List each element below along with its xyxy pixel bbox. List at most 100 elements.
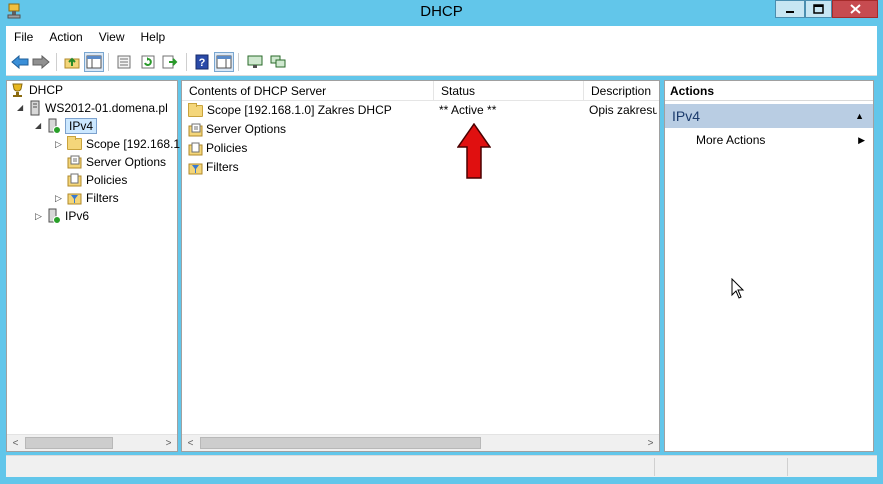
monitor-green-icon [247,55,263,68]
tree-item-server-options[interactable]: Server Options [67,153,166,171]
toolbar-separator [56,53,57,71]
column-header-contents[interactable]: Contents of DHCP Server [182,81,434,101]
menu-view[interactable]: View [91,26,133,48]
ipv6-server-icon [48,208,61,224]
list-label-scope: Scope [192.168.1.0] Zakres DHCP [207,103,392,117]
show-hide-action-pane-button[interactable] [214,52,234,72]
filter-icon [67,193,82,205]
more-actions-label: More Actions [696,133,766,147]
unauthorize-server-button[interactable] [268,52,288,72]
console-tree-pane: DHCP ◢ WS2012-01.domena.pl ◢ IPv4 ▷ Scop… [6,80,180,452]
refresh-icon [141,55,155,69]
folder-up-icon [64,57,80,69]
status-bar-divider [654,458,655,476]
scroll-left-icon[interactable]: < [7,435,24,451]
collapse-arrow-icon[interactable]: ◢ [35,121,41,130]
tree-label-server: WS2012-01.domena.pl [45,101,168,115]
tree-item-policies[interactable]: Policies [67,171,127,189]
menu-help[interactable]: Help [133,26,174,48]
export-list-button[interactable] [160,52,180,72]
scrollbar-thumb[interactable] [200,437,481,449]
tree-item-server[interactable]: WS2012-01.domena.pl [29,99,168,117]
list-cell-description: Opis zakresu [589,103,657,117]
forward-button[interactable] [31,52,51,72]
menu-action[interactable]: Action [41,26,90,48]
results-horizontal-scrollbar[interactable]: < > [182,434,659,451]
server-options-icon [188,123,203,136]
expand-arrow-icon[interactable]: ▷ [35,211,42,222]
list-label-server-options: Server Options [206,122,287,136]
actions-group-label: IPv4 [672,108,701,124]
tree-label-ipv4: IPv4 [65,118,98,134]
list-cell-name: Filters [188,158,434,177]
scroll-right-icon[interactable]: > [160,435,177,451]
list-label-policies: Policies [206,141,248,155]
refresh-button[interactable] [138,52,158,72]
scroll-left-icon[interactable]: < [182,435,199,451]
tree-horizontal-scrollbar[interactable]: < > [7,434,177,451]
properties-button[interactable] [114,52,134,72]
show-hide-console-tree-button[interactable] [84,52,104,72]
tree-label-filters: Filters [86,191,119,205]
submenu-arrow-icon: ▶ [858,135,865,145]
help-button[interactable]: ? [192,52,212,72]
more-actions-item[interactable]: More Actions ▶ [665,130,873,150]
actions-group-ipv4[interactable]: IPv4 ▲ [665,104,873,128]
svg-text:?: ? [199,57,206,69]
collapse-triangle-icon[interactable]: ▲ [855,104,864,128]
ipv4-server-icon [48,118,61,134]
scroll-right-icon[interactable]: > [642,435,659,451]
dhcp-window: DHCP File Action View Help ? DHCP ◢ WS20… [0,0,883,484]
list-cell-name: Policies [188,139,434,158]
minimize-icon [786,11,794,13]
maximize-button[interactable] [805,0,832,18]
list-row-scope[interactable]: Scope [192.168.1.0] Zakres DHCP ** Activ… [182,101,659,120]
dhcp-trophy-icon [12,83,23,97]
minimize-button[interactable] [775,0,805,18]
column-header-description[interactable]: Description [584,81,659,101]
monitor-network-icon [270,55,286,68]
list-row-filters[interactable]: Filters [182,158,659,177]
menu-file[interactable]: File [6,26,41,48]
expand-arrow-icon[interactable]: ▷ [55,193,62,204]
list-cell-name: Server Options [188,120,434,139]
tree-item-scope[interactable]: Scope [192.168.1 [67,135,180,153]
toolbar-separator [238,53,239,71]
expand-arrow-icon[interactable]: ▷ [55,139,62,150]
properties-icon [117,55,131,69]
status-bar-divider [787,458,788,476]
folder-icon [67,136,82,150]
back-button[interactable] [10,52,30,72]
toolbar-separator [186,53,187,71]
tree-item-ipv6[interactable]: IPv6 [47,207,89,225]
filter-icon [188,163,203,174]
forward-arrow-icon [32,55,50,69]
actions-header: Actions [665,81,873,101]
scrollbar-thumb[interactable] [25,437,113,449]
console-tree-icon [86,55,102,69]
tree-item-ipv4[interactable]: IPv4 [47,117,98,135]
close-button[interactable] [832,0,878,18]
back-arrow-icon [11,55,29,69]
close-icon [849,4,861,14]
authorize-server-button[interactable] [245,52,265,72]
export-list-icon [162,55,178,69]
tree-item-dhcp[interactable]: DHCP [10,81,63,99]
mouse-cursor-icon [731,278,745,299]
maximize-icon [813,4,824,14]
status-bar [6,455,877,477]
title-bar[interactable]: DHCP [0,0,883,24]
list-row-server-options[interactable]: Server Options [182,120,659,139]
tree-label-ipv6: IPv6 [65,209,90,223]
toolbar-separator [108,53,109,71]
list-row-policies[interactable]: Policies [182,139,659,158]
server-icon [30,100,40,116]
list-cell-name: Scope [192.168.1.0] Zakres DHCP [188,101,434,120]
column-header-status[interactable]: Status [434,81,584,101]
results-pane: Contents of DHCP Server Status Descripti… [181,80,660,452]
list-cell-status: ** Active ** [439,103,497,117]
actions-pane: Actions IPv4 ▲ More Actions ▶ [664,80,874,452]
tree-item-filters[interactable]: Filters [67,189,119,207]
up-level-button[interactable] [62,52,82,72]
collapse-arrow-icon[interactable]: ◢ [17,103,23,112]
